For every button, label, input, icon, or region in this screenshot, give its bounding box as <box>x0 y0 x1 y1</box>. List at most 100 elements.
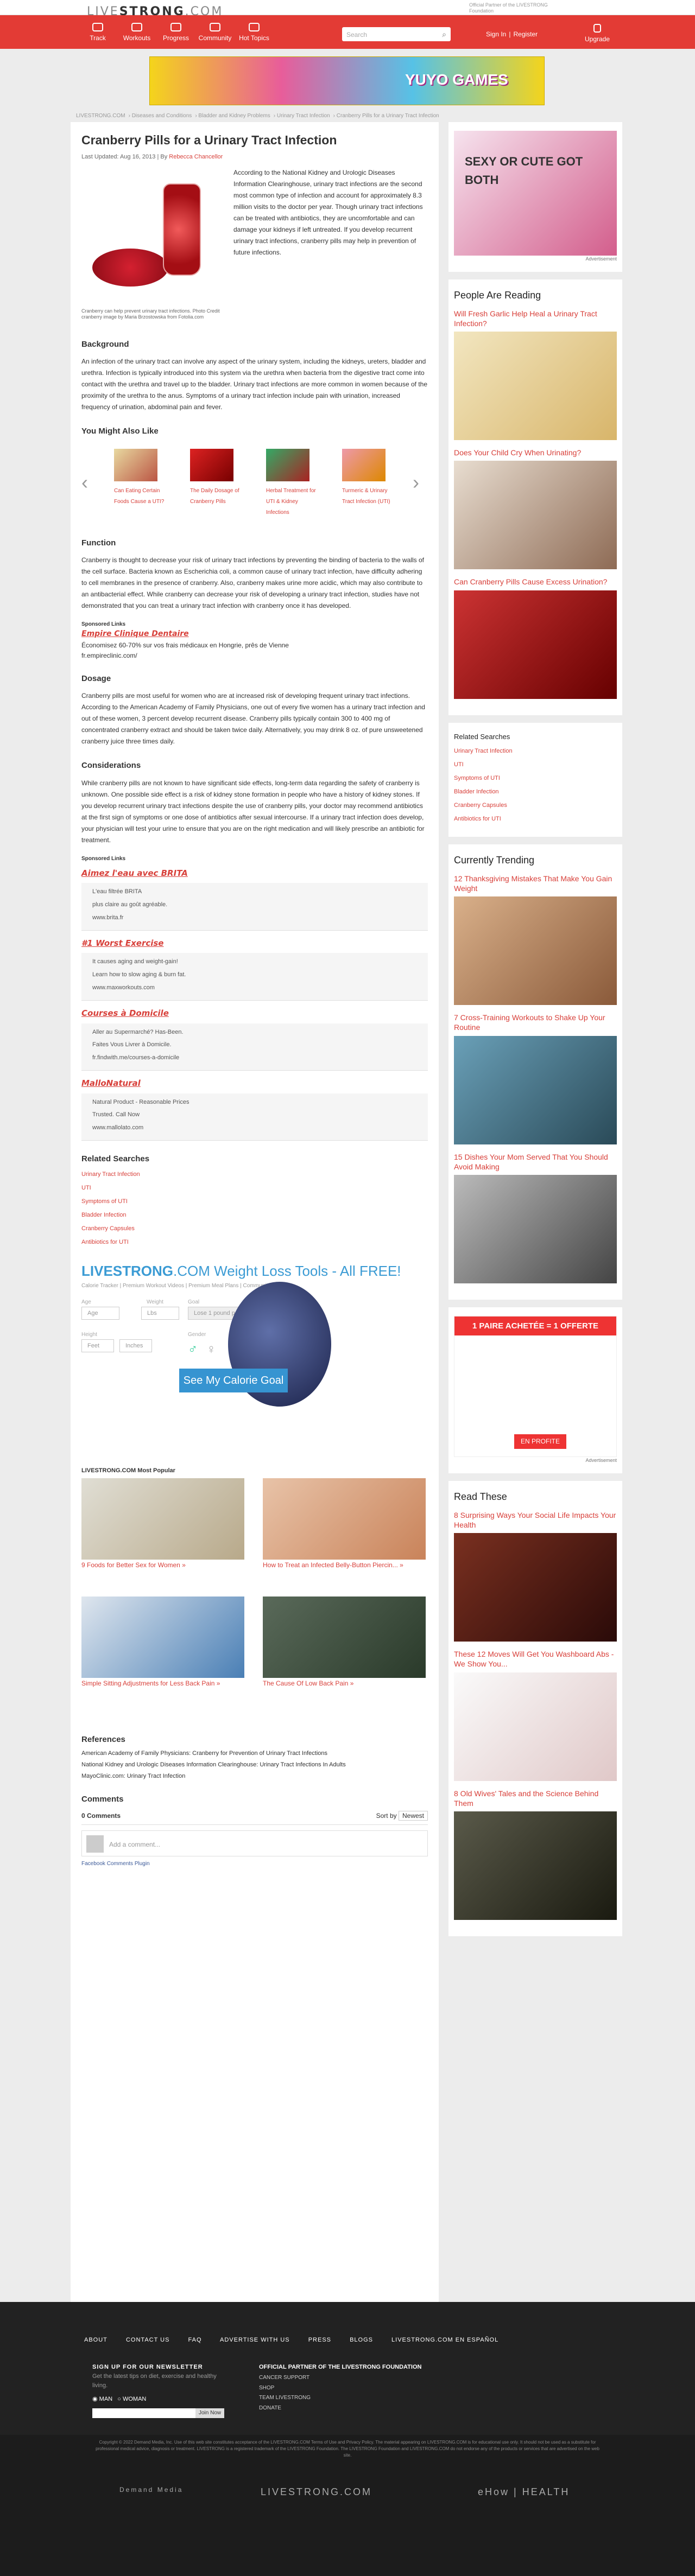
calorie-goal-button[interactable]: See My Calorie Goal <box>179 1368 288 1392</box>
male-icon[interactable]: ♂ <box>188 1339 198 1359</box>
newsletter: SIGN UP FOR OUR NEWSLETTER Get the lates… <box>92 2363 225 2419</box>
nav-workouts[interactable]: Workouts <box>119 23 154 43</box>
sponsored-ad[interactable]: #1 Worst Exercise It causes aging and wei… <box>81 937 428 1001</box>
sponsored-ad[interactable]: Courses à Domicile Aller au Supermarché? … <box>81 1007 428 1071</box>
ymal-item[interactable]: The Daily Dosage of Cranberry Pills <box>190 448 242 506</box>
footer-nav: ABOUT CONTACT US FAQ ADVERTISE WITH US P… <box>84 2336 515 2345</box>
signin-link[interactable]: Sign In <box>486 30 506 38</box>
footer-link[interactable]: CONTACT US <box>126 2337 170 2343</box>
nav-track[interactable]: Track <box>80 23 115 43</box>
sort-select[interactable]: Newest <box>398 1811 428 1821</box>
ehow-logo[interactable]: eHow | HEALTH <box>478 2485 570 2500</box>
sidebar-article[interactable]: 12 Thanksgiving Mistakes That Make You G… <box>454 874 617 1006</box>
footer-link[interactable]: TEAM LIVESTRONG <box>259 2394 421 2402</box>
sidebar-article[interactable]: Does Your Child Cry When Urinating? <box>454 448 617 570</box>
height-inches-field[interactable]: Inches <box>119 1339 152 1352</box>
join-button[interactable]: Join Now <box>195 2408 225 2419</box>
related-search-link[interactable]: Bladder Infection <box>81 1211 428 1220</box>
register-link[interactable]: Register <box>513 30 538 38</box>
related-search-link[interactable]: Antibiotics for UTI <box>81 1238 428 1247</box>
footer-link[interactable]: SHOP <box>259 2384 421 2393</box>
sponsored-label: Sponsored Links <box>81 855 126 862</box>
official-partner: OFFICIAL PARTNER OF THE LIVESTRONG FOUND… <box>259 2363 421 2412</box>
author-link[interactable]: Rebecca Chancellor <box>169 154 223 160</box>
hot-topics-icon <box>249 23 260 31</box>
related-search-link[interactable]: UTI <box>454 760 617 769</box>
chevron-right-icon[interactable]: › <box>413 467 419 498</box>
related-search-link[interactable]: Cranberry Capsules <box>454 801 617 810</box>
official-partner-text: Official Partner of the LIVESTRONG Found… <box>469 2 548 14</box>
popular-item[interactable]: Simple Sitting Adjustments for Less Back… <box>81 1596 244 1689</box>
sidebar-ad-2[interactable]: 1 PAIRE ACHETÉE = 1 OFFERTE EN PROFITE A… <box>448 1307 622 1473</box>
age-field[interactable]: Age <box>81 1306 119 1320</box>
radio-woman[interactable]: ○ WOMAN <box>117 2396 146 2402</box>
avatar <box>86 1835 104 1853</box>
weight-field[interactable]: Lbs <box>141 1306 179 1320</box>
related-search-link[interactable]: UTI <box>81 1184 428 1193</box>
page-title: Cranberry Pills for a Urinary Tract Infe… <box>81 133 337 147</box>
female-icon[interactable]: ♀ <box>206 1339 216 1359</box>
popular-item[interactable]: How to Treat an Infected Belly-Button Pi… <box>263 1478 426 1570</box>
related-search-link[interactable]: Cranberry Capsules <box>81 1224 428 1233</box>
upgrade-button[interactable]: Upgrade <box>581 24 614 44</box>
search-icon[interactable]: ⌕ <box>442 29 446 41</box>
sidebar-article[interactable]: 15 Dishes Your Mom Served That You Shoul… <box>454 1152 617 1284</box>
main-nav: Track Workouts Progress Community Hot To… <box>0 15 695 49</box>
height-feet-field[interactable]: Feet <box>81 1339 114 1352</box>
footer-logo[interactable]: LIVESTRONG.COM <box>261 2485 372 2500</box>
sponsored-ad[interactable]: MalloNatural Natural Product - Reasonable… <box>81 1077 428 1141</box>
footer-link[interactable]: ABOUT <box>84 2337 108 2343</box>
related-search-link[interactable]: Symptoms of UTI <box>81 1197 428 1206</box>
sidebar-article[interactable]: Can Cranberry Pills Cause Excess Urinati… <box>454 577 617 699</box>
sponsored-ad-inline[interactable]: Empire Clinique Dentaire Économisez 60-7… <box>81 628 428 660</box>
footer-link[interactable]: LIVESTRONG.COM EN ESPAÑOL <box>391 2337 498 2343</box>
related-search-link[interactable]: Symptoms of UTI <box>454 774 617 783</box>
search-input[interactable]: Search ⌕ <box>342 27 451 41</box>
nav-community[interactable]: Community <box>198 23 232 43</box>
popular-item[interactable]: The Cause Of Low Back Pain » <box>263 1596 426 1689</box>
related-search-link[interactable]: Urinary Tract Infection <box>454 747 617 756</box>
sponsored-ad[interactable]: Aimez l'eau avec BRITA L'eau filtrée BRIT… <box>81 867 428 931</box>
sidebar-article[interactable]: These 12 Moves Will Get You Washboard Ab… <box>454 1649 617 1781</box>
demand-media-logo[interactable]: Demand Media <box>119 2485 183 2495</box>
related-search-link[interactable]: Antibiotics for UTI <box>454 815 617 824</box>
ymal-item[interactable]: Herbal Treatment for UTI & Kidney Infect… <box>266 448 318 517</box>
footer-link[interactable]: BLOGS <box>350 2337 373 2343</box>
nav-progress[interactable]: Progress <box>159 23 193 43</box>
breadcrumb-item[interactable]: Diseases and Conditions <box>132 113 192 119</box>
related-search-link[interactable]: Urinary Tract Infection <box>81 1170 428 1179</box>
footer-link[interactable]: FAQ <box>188 2337 202 2343</box>
footer-link[interactable]: PRESS <box>308 2337 331 2343</box>
email-field[interactable] <box>92 2408 195 2419</box>
tools-title: LIVESTRONG.COM Weight Loss Tools - All F… <box>81 1262 401 1279</box>
chevron-left-icon[interactable]: ‹ <box>81 467 88 498</box>
nav-hot-topics[interactable]: Hot Topics <box>237 23 271 43</box>
ymal-item[interactable]: Turmeric & Urinary Tract Infection (UTI) <box>342 448 394 506</box>
related-search-link[interactable]: Bladder Infection <box>454 787 617 797</box>
sponsored-label: Sponsored Links <box>81 621 126 627</box>
breadcrumb-item[interactable]: Urinary Tract Infection <box>277 113 330 119</box>
sidebar-article[interactable]: 8 Surprising Ways Your Social Life Impac… <box>454 1510 617 1642</box>
breadcrumb: LIVESTRONG.COM › Diseases and Conditions ›… <box>76 113 439 119</box>
footer-link[interactable]: CANCER SUPPORT <box>259 2374 421 2382</box>
breadcrumb-item[interactable]: LIVESTRONG.COM <box>76 113 125 119</box>
sponsored-ads: Aimez l'eau avec BRITA L'eau filtrée BRIT… <box>81 867 428 1141</box>
popular-item[interactable]: 9 Foods for Better Sex for Women » <box>81 1478 244 1570</box>
sidebar-related-searches: Related Searches Urinary Tract Infection… <box>448 722 622 837</box>
sidebar-article[interactable]: Will Fresh Garlic Help Heal a Urinary Tr… <box>454 309 617 441</box>
footer-link[interactable]: DONATE <box>259 2404 421 2413</box>
footer-link[interactable]: ADVERTISE WITH US <box>220 2337 290 2343</box>
sidebar-article[interactable]: 8 Old Wives' Tales and the Science Behin… <box>454 1789 617 1920</box>
breadcrumb-item[interactable]: Bladder and Kidney Problems <box>198 113 270 119</box>
sidebar-article[interactable]: 7 Cross-Training Workouts to Shake Up Yo… <box>454 1013 617 1144</box>
paragraph: An infection of the urinary tract can in… <box>81 358 428 411</box>
comment-input[interactable]: Add a comment... <box>81 1830 428 1857</box>
top-banner-ad[interactable]: YUYO GAMES <box>149 56 545 105</box>
radio-man[interactable]: ◉ MAN <box>92 2396 112 2402</box>
upgrade-icon <box>593 24 601 33</box>
ymal-item[interactable]: Can Eating Certain Foods Cause a UTI? <box>114 448 166 506</box>
related-searches: Urinary Tract Infection UTI Symptoms of … <box>81 1170 428 1247</box>
section-heading: You Might Also Like <box>81 427 159 436</box>
sidebar-ad[interactable]: SEXY OR CUTE GOT BOTH Advertisement <box>448 122 622 272</box>
sidebar: SEXY OR CUTE GOT BOTH Advertisement Peop… <box>448 122 622 1944</box>
